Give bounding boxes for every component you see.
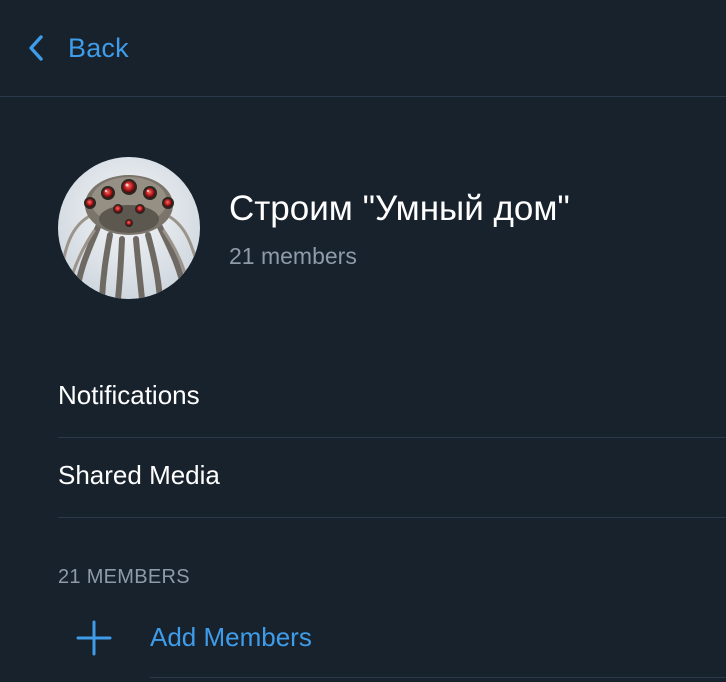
shared-media-label: Shared Media (58, 460, 220, 490)
notifications-label: Notifications (58, 380, 200, 410)
notifications-row[interactable]: Notifications (58, 358, 726, 438)
chevron-left-icon (29, 35, 43, 61)
add-members-button[interactable]: Add Members (58, 610, 726, 678)
row-divider (150, 677, 726, 678)
group-info-screen: Back Строим "Умный дом" 21 members Notif… (0, 0, 726, 682)
nav-divider (0, 96, 726, 97)
shared-media-row[interactable]: Shared Media (58, 438, 726, 518)
group-header: Строим "Умный дом" 21 members (58, 157, 718, 299)
add-members-label: Add Members (150, 622, 312, 652)
navigation-bar: Back (0, 0, 726, 97)
back-button[interactable]: Back (26, 26, 129, 70)
row-divider (58, 517, 726, 518)
member-count: 21 members (229, 243, 357, 269)
group-avatar-image (58, 157, 200, 299)
group-avatar[interactable] (58, 157, 200, 299)
back-label: Back (68, 32, 129, 63)
plus-icon (76, 620, 112, 656)
members-section-header: 21 MEMBERS (58, 566, 190, 588)
group-title: Строим "Умный дом" (229, 189, 570, 228)
